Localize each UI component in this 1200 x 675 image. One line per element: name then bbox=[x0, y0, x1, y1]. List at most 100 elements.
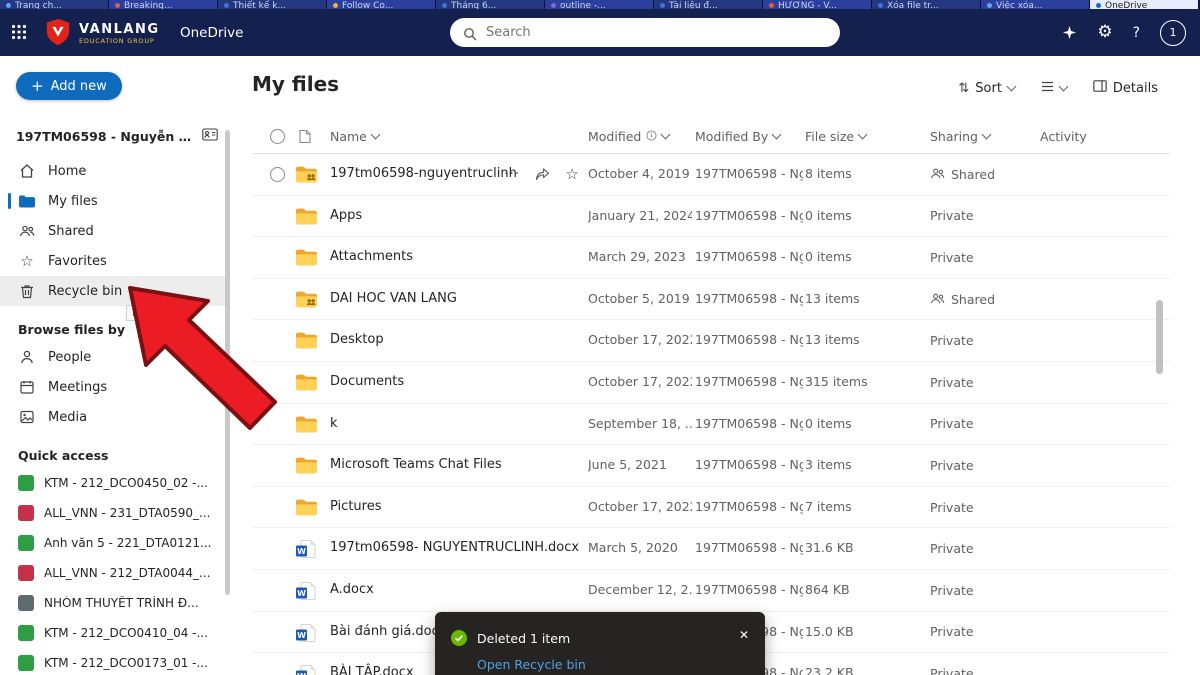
success-check-icon bbox=[451, 630, 467, 650]
modified-by: 197TM06598 - Ngu bbox=[695, 404, 803, 445]
browser-tab[interactable]: Xóa file tr... bbox=[872, 0, 981, 9]
file-row[interactable]: W Attachments ··· ☆ March 29, 2023 bbox=[252, 237, 1170, 279]
quick-access-item[interactable]: KTM - 212_DCO0450_02 -... bbox=[0, 468, 230, 498]
sidebar-item-label: People bbox=[48, 350, 91, 365]
browser-tab[interactable]: OneDrive bbox=[1090, 0, 1199, 9]
tab-favicon bbox=[115, 3, 120, 8]
column-header-sharing[interactable]: Sharing bbox=[930, 120, 990, 153]
sidebar-item-shared[interactable]: Shared bbox=[0, 216, 230, 246]
column-label: Modified By bbox=[695, 129, 768, 144]
column-header-file-size[interactable]: File size bbox=[805, 120, 866, 153]
browser-tab[interactable]: Follow Co... bbox=[327, 0, 436, 9]
people-icon bbox=[930, 292, 945, 307]
file-row[interactable]: W Documents ··· ☆ October 17, 2022 bbox=[252, 362, 1170, 404]
file-row[interactable]: W Apps ··· ☆ January 21, 2024 bbox=[252, 196, 1170, 238]
sidebar-item-favorites[interactable]: ☆ Favorites bbox=[0, 246, 230, 276]
sharing-status: Private bbox=[930, 653, 974, 675]
tab-favicon bbox=[660, 3, 665, 8]
site-icon bbox=[18, 475, 34, 491]
sidebar-item-label: Recycle bin bbox=[48, 284, 122, 299]
search-input[interactable] bbox=[450, 18, 840, 47]
modified-by: 197TM06598 - Ngu bbox=[695, 279, 803, 320]
browser-tab[interactable]: Thiết kế k... bbox=[218, 0, 327, 9]
list-view-icon bbox=[1041, 81, 1054, 96]
profile-account[interactable]: 197TM06598 - Nguyễn Trúc Linh bbox=[16, 128, 218, 144]
share-icon[interactable] bbox=[535, 168, 550, 181]
select-all-checkbox[interactable] bbox=[270, 129, 285, 144]
tab-title: Xóa file tr... bbox=[887, 1, 939, 9]
info-icon bbox=[646, 129, 657, 144]
premium-diamond-icon[interactable] bbox=[1062, 25, 1077, 40]
vanlang-logo[interactable]: VANLANG EDUCATION GROUP bbox=[44, 18, 160, 50]
browser-tab[interactable]: Việc xóa... bbox=[981, 0, 1090, 9]
modified-date: October 5, 2019 bbox=[588, 279, 692, 320]
sidebar-item-media[interactable]: Media bbox=[0, 402, 230, 432]
column-header-activity[interactable]: Activity bbox=[1040, 120, 1087, 153]
more-actions-icon[interactable]: ··· bbox=[504, 166, 520, 182]
details-button[interactable]: Details bbox=[1093, 80, 1158, 96]
file-row[interactable]: W A.docx ··· ☆ December 12, 2... bbox=[252, 570, 1170, 612]
help-icon[interactable]: ? bbox=[1133, 25, 1140, 41]
search-box bbox=[450, 18, 840, 47]
folder-icon bbox=[296, 332, 317, 353]
tab-favicon bbox=[442, 3, 447, 8]
browser-tab[interactable]: Trang ch... bbox=[0, 0, 109, 9]
file-type-column-icon[interactable] bbox=[299, 129, 311, 147]
table-header: Name Modified Modified By File size bbox=[252, 120, 1170, 154]
open-recycle-bin-link[interactable]: Open Recycle bin bbox=[477, 657, 586, 672]
favorite-star-icon[interactable]: ☆ bbox=[565, 167, 578, 182]
column-label: Activity bbox=[1040, 129, 1087, 144]
sidebar-item-recycle-bin[interactable]: Recycle bin bbox=[0, 276, 230, 306]
sort-button[interactable]: ⇅ Sort bbox=[958, 81, 1015, 96]
plus-icon: + bbox=[31, 79, 44, 94]
row-checkbox[interactable] bbox=[270, 167, 285, 182]
sidebar-item-label: Favorites bbox=[48, 254, 107, 269]
column-header-modified[interactable]: Modified bbox=[588, 120, 669, 153]
quick-access-item[interactable]: NHÓM THUYẾT TRÌNH Đ... bbox=[0, 588, 230, 618]
file-row[interactable]: W k ··· ☆ September 18, ... bbox=[252, 404, 1170, 446]
sidebar-item-my-files[interactable]: My files bbox=[0, 186, 230, 216]
file-row[interactable]: W Microsoft Teams Chat Files ··· ☆ bbox=[252, 445, 1170, 487]
column-label: File size bbox=[805, 129, 854, 144]
column-header-name[interactable]: Name bbox=[330, 120, 379, 153]
folder-icon bbox=[296, 374, 317, 395]
sharing-label: Private bbox=[930, 458, 974, 473]
quick-access-item[interactable]: ALL_VNN - 212_DTA0044_... bbox=[0, 558, 230, 588]
app-launcher-waffle-icon[interactable] bbox=[11, 24, 27, 44]
sidebar-item-meetings[interactable]: Meetings bbox=[0, 372, 230, 402]
file-row[interactable]: W 197tm06598- NGUYENTRUCLINH.docx ··· ☆ bbox=[252, 528, 1170, 570]
sidebar-item-people[interactable]: People bbox=[0, 342, 230, 372]
sharing-status: Private bbox=[930, 196, 974, 237]
browser-tab[interactable]: Breaking... bbox=[109, 0, 218, 9]
add-new-button[interactable]: + Add new bbox=[16, 72, 122, 100]
word-file-icon: W bbox=[296, 582, 316, 604]
file-size: 13 items bbox=[805, 279, 860, 320]
quick-access-item[interactable]: KTM - 212_DCO0173_01 -... bbox=[0, 648, 230, 675]
browser-tab[interactable]: outline -... bbox=[545, 0, 654, 9]
view-options-button[interactable] bbox=[1041, 81, 1067, 96]
sidebar-item-home[interactable]: Home bbox=[0, 156, 230, 186]
quick-access-item[interactable]: KTM - 212_DCO0410_04 -... bbox=[0, 618, 230, 648]
modified-date: December 12, 2... bbox=[588, 570, 692, 611]
file-row[interactable]: W Pictures ··· ☆ October 17, 2022 bbox=[252, 487, 1170, 529]
file-row[interactable]: W Desktop ··· ☆ October 17, 2022 bbox=[252, 320, 1170, 362]
column-header-modified-by[interactable]: Modified By bbox=[695, 120, 780, 153]
tab-title: Thiết kế k... bbox=[233, 1, 286, 9]
tab-title: Follow Co... bbox=[342, 1, 393, 9]
account-avatar[interactable]: 1 bbox=[1160, 20, 1186, 46]
browser-tab[interactable]: Tài liệu đ... bbox=[654, 0, 763, 9]
quick-access-item[interactable]: Anh văn 5 - 221_DTA0121... bbox=[0, 528, 230, 558]
browser-tab[interactable]: Tháng 6... bbox=[436, 0, 545, 9]
toast-close-icon[interactable]: ✕ bbox=[739, 628, 749, 642]
sidebar-scrollbar[interactable] bbox=[225, 130, 230, 595]
content-scrollbar[interactable] bbox=[1156, 300, 1163, 374]
tab-title: OneDrive bbox=[1105, 1, 1147, 9]
star-icon: ☆ bbox=[18, 254, 36, 269]
file-row[interactable]: W 197tm06598-nguyentruclinh ··· ☆ bbox=[252, 154, 1170, 196]
browser-tab[interactable]: HƯƠNG - V... bbox=[763, 0, 872, 9]
file-row[interactable]: W DAI HOC VAN LANG ··· ☆ October 5 bbox=[252, 279, 1170, 321]
modified-date: March 29, 2023 bbox=[588, 237, 692, 278]
settings-gear-icon[interactable]: ⚙ bbox=[1097, 24, 1112, 41]
quick-access-item[interactable]: ALL_VNN - 231_DTA0590_... bbox=[0, 498, 230, 528]
sharing-label: Shared bbox=[951, 292, 995, 307]
